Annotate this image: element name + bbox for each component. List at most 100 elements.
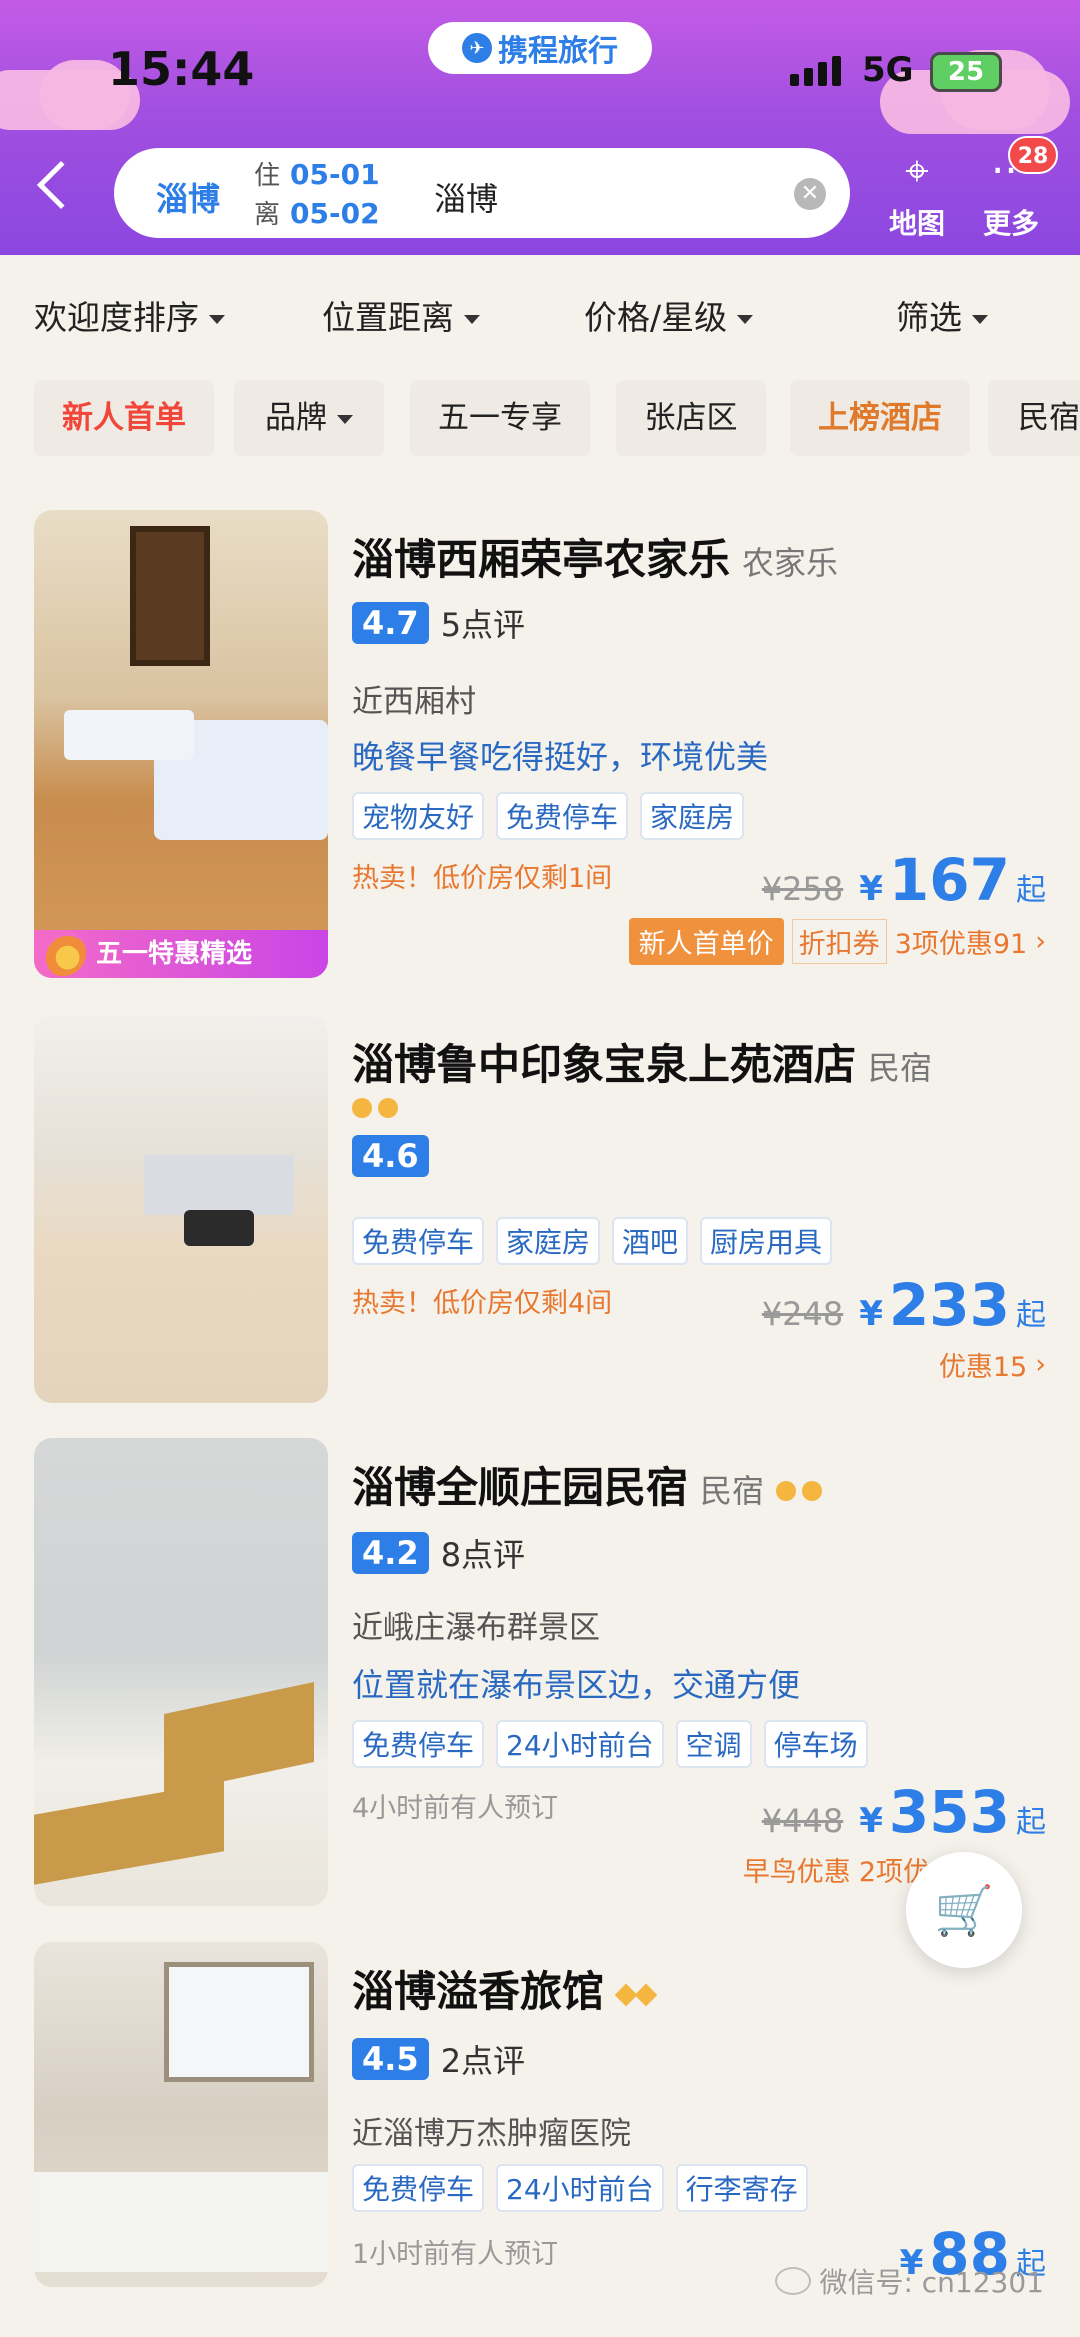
chevron-down-icon xyxy=(972,315,988,324)
chip-ranked[interactable]: 上榜酒店 xyxy=(790,380,970,456)
current-price: 233 xyxy=(888,1271,1010,1339)
sort-popularity[interactable]: 欢迎度排序 xyxy=(34,291,225,339)
currency: ¥ xyxy=(859,1801,883,1841)
hotel-name[interactable]: 淄博全顺庄园民宿 民宿 xyxy=(352,1454,823,1515)
checkout-label: 离 xyxy=(254,200,281,230)
original-price: ¥448 xyxy=(761,1802,844,1840)
hotel-card[interactable]: 五一特惠精选 淄博西厢荣亭农家乐 农家乐 4.7 5点评 近西厢村 晚餐早餐吃得挺… xyxy=(0,510,1080,980)
clear-icon[interactable]: ✕ xyxy=(794,178,826,210)
hotel-name-text: 淄博溢香旅馆 xyxy=(352,1967,605,2016)
chevron-right-icon: › xyxy=(1035,1349,1046,1380)
hotel-name-text: 淄博西厢荣亭农家乐 xyxy=(352,535,731,584)
date-range[interactable]: 住 05-01 离 05-02 xyxy=(254,156,380,234)
offers-text: 3项优惠91 xyxy=(894,929,1028,960)
price: ¥258 ¥ 167 起 xyxy=(762,846,1046,914)
chip-homestay[interactable]: 民宿 xyxy=(988,380,1080,456)
rating: 4.5 2点评 xyxy=(352,2036,525,2082)
battery-level: 25 xyxy=(947,57,985,87)
map-button[interactable]: ⌖ 地图 xyxy=(872,148,962,242)
bed-decoration xyxy=(34,2172,328,2272)
score-badge: 4.5 xyxy=(352,2038,429,2080)
watermark-text: 微信号: cn12301 xyxy=(819,2266,1044,2299)
facility-tag: 免费停车 xyxy=(352,2164,485,2212)
discount-line[interactable]: 优惠15 › xyxy=(939,1345,1046,1384)
notification-badge: 28 xyxy=(1008,136,1058,174)
chevron-down-icon xyxy=(464,315,480,324)
hotel-card[interactable]: 淄博鲁中印象宝泉上苑酒店 民宿 4.6 免费停车 家庭房 酒吧 厨房用具 热卖！低… xyxy=(0,1015,1080,1405)
facility-tag: 酒吧 xyxy=(612,1217,689,1265)
more-label: 更多 xyxy=(982,207,1039,240)
header: 15:44 ✈ 携程旅行 5G 25 淄博 住 05-01 离 05-02 淄博 ✕… xyxy=(0,0,1080,255)
rating: 4.6 xyxy=(352,1135,429,1177)
sort-filter[interactable]: 筛选 xyxy=(896,291,988,339)
bed-decoration xyxy=(64,710,194,760)
location-text: 近淄博万杰肿瘤医院 xyxy=(352,2116,631,2152)
map-label: 地图 xyxy=(888,207,945,240)
score-badge: 4.2 xyxy=(352,1532,429,1574)
facility-tag: 免费停车 xyxy=(352,1720,485,1768)
sort-price-label: 价格/星级 xyxy=(584,298,728,337)
discount-line[interactable]: 早鸟优惠 2项优 xyxy=(743,1850,930,1889)
hotel-photo[interactable] xyxy=(34,1438,328,1906)
original-price: ¥258 xyxy=(761,870,844,908)
hotel-photo[interactable] xyxy=(34,1942,328,2287)
booking-activity: 4小时前有人预订 xyxy=(352,1793,559,1824)
facility-tag: 免费停车 xyxy=(352,1217,485,1265)
facility-tags: 宠物友好 免费停车 家庭房 xyxy=(352,792,745,840)
watermark: 微信号: cn12301 xyxy=(775,2261,1044,2301)
discount-line[interactable]: 新人首单价 折扣券 3项优惠91 › xyxy=(628,918,1046,965)
hotel-photo[interactable]: 五一特惠精选 xyxy=(34,510,328,978)
cart-icon[interactable]: 🛒 xyxy=(906,1852,1022,1968)
hotel-card[interactable]: 淄博全顺庄园民宿 民宿 4.2 8点评 近峨庄瀑布群景区 位置就在瀑布景区边，交通… xyxy=(0,1438,1080,1908)
hotel-name[interactable]: 淄博鲁中印象宝泉上苑酒店 民宿 xyxy=(352,1031,932,1092)
battery-icon: 25 xyxy=(930,52,1002,92)
bed-runner-decoration xyxy=(164,1682,314,1794)
facility-tags: 免费停车 24小时前台 空调 停车场 xyxy=(352,1720,868,1768)
location-pin-icon: ⌖ xyxy=(905,146,929,195)
network-label: 5G xyxy=(862,50,914,90)
window-decoration xyxy=(130,526,210,666)
search-keyword[interactable]: 淄博 xyxy=(434,174,498,220)
current-price: 353 xyxy=(888,1778,1010,1846)
hotel-photo[interactable] xyxy=(34,1015,328,1403)
chip-new-user[interactable]: 新人首单 xyxy=(34,380,214,456)
search-box[interactable]: 淄博 住 05-01 离 05-02 淄博 ✕ xyxy=(114,148,850,238)
hotel-name[interactable]: 淄博西厢荣亭农家乐 农家乐 xyxy=(352,526,838,587)
facility-tag: 行李寄存 xyxy=(675,2164,808,2212)
review-count: 2点评 xyxy=(440,2042,526,2080)
chip-district[interactable]: 张店区 xyxy=(616,380,766,456)
hotel-name-text: 淄博全顺庄园民宿 xyxy=(352,1463,689,1512)
chevron-down-icon xyxy=(209,315,225,324)
facility-tag: 24小时前台 xyxy=(496,1720,664,1768)
promo-icon xyxy=(40,930,86,976)
facility-tag: 停车场 xyxy=(763,1720,868,1768)
brand-logo: ✈ 携程旅行 xyxy=(428,22,652,74)
star-level xyxy=(614,1983,658,2006)
facility-tag: 24小时前台 xyxy=(496,2164,664,2212)
hotel-name[interactable]: 淄博溢香旅馆 xyxy=(352,1958,658,2019)
facility-tag: 免费停车 xyxy=(496,792,629,840)
checkin-label: 住 xyxy=(254,161,281,191)
sort-price-star[interactable]: 价格/星级 xyxy=(584,291,754,339)
review-count: 8点评 xyxy=(440,1536,526,1574)
facility-tag: 厨房用具 xyxy=(700,1217,833,1265)
wechat-icon xyxy=(775,2267,812,2295)
price: ¥248 ¥ 233 起 xyxy=(762,1271,1046,1339)
early-bird-text: 早鸟优惠 xyxy=(742,1857,851,1888)
price-suffix: 起 xyxy=(1016,1805,1046,1840)
sort-distance-label: 位置距离 xyxy=(322,298,454,337)
new-user-price-tag: 新人首单价 xyxy=(628,918,784,965)
checkout-date: 05-02 xyxy=(290,197,380,230)
booking-activity: 1小时前有人预订 xyxy=(352,2239,559,2270)
search-city[interactable]: 淄博 xyxy=(156,174,220,220)
quick-filter-bar: 新人首单 品牌 五一专享 张店区 上榜酒店 民宿 xyxy=(0,370,1080,470)
chevron-down-icon xyxy=(737,315,754,324)
star-level xyxy=(776,1480,823,1501)
chip-brand[interactable]: 品牌 xyxy=(234,380,384,456)
facility-tag: 宠物友好 xyxy=(352,792,485,840)
back-icon[interactable] xyxy=(36,160,86,210)
sort-distance[interactable]: 位置距离 xyxy=(322,291,480,339)
chip-may-day[interactable]: 五一专享 xyxy=(410,380,590,456)
currency: ¥ xyxy=(859,1294,883,1334)
price-suffix: 起 xyxy=(1016,1298,1046,1333)
